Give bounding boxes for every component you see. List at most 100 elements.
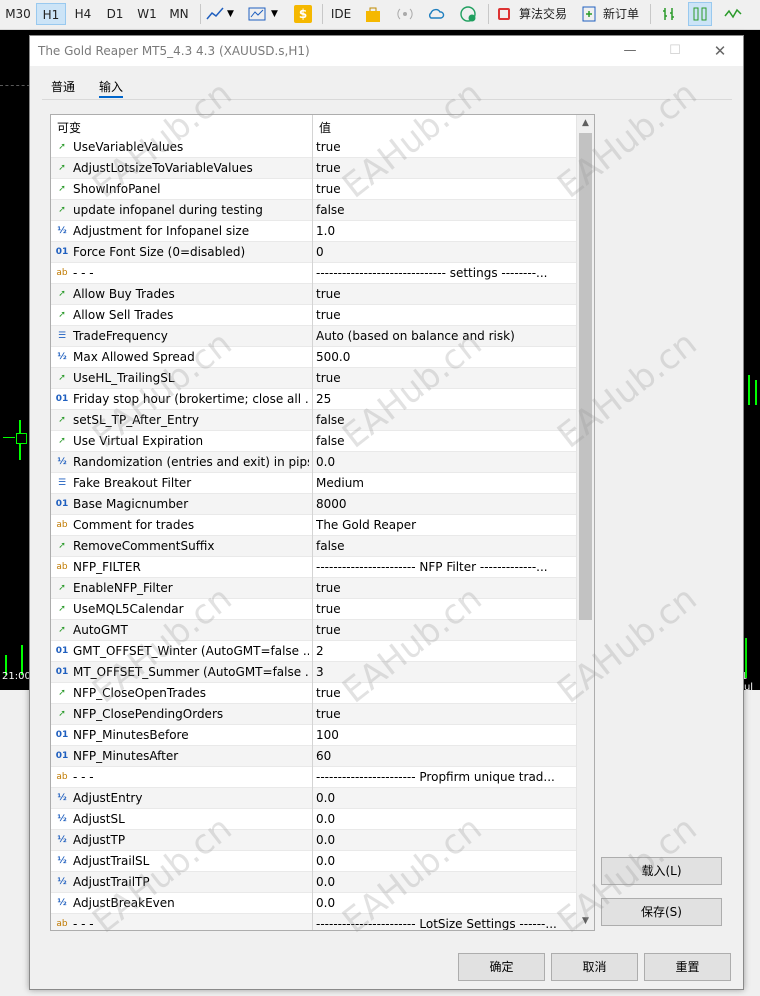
table-row[interactable]: 01 Base Magicnumber 8000 <box>51 494 576 515</box>
row-value[interactable]: true <box>316 704 574 724</box>
reset-button[interactable]: 重置 <box>644 953 731 981</box>
row-value[interactable]: true <box>316 578 574 598</box>
row-value[interactable]: ------------------------------ settings … <box>316 263 574 283</box>
table-row[interactable]: ➚ AutoGMT true <box>51 620 576 641</box>
table-row[interactable]: ➚ RemoveCommentSuffix false <box>51 536 576 557</box>
timeframe-w1[interactable]: W1 <box>132 3 162 25</box>
row-value[interactable]: true <box>316 137 574 157</box>
timeframe-d1[interactable]: D1 <box>100 3 130 25</box>
minimize-icon[interactable]: — <box>615 40 645 62</box>
table-row[interactable]: ab Comment for trades The Gold Reaper <box>51 515 576 536</box>
load-button[interactable]: 载入(L) <box>601 857 722 885</box>
row-value[interactable]: 0.0 <box>316 452 574 472</box>
row-value[interactable]: 0.0 <box>316 809 574 829</box>
table-row[interactable]: ➚ AdjustLotsizeToVariableValues true <box>51 158 576 179</box>
row-value[interactable]: 0 <box>316 242 574 262</box>
table-row[interactable]: ab - - - ------------------------------ se… <box>51 263 576 284</box>
table-row[interactable]: ➚ Allow Sell Trades true <box>51 305 576 326</box>
vertical-scrollbar[interactable]: ▲ ▼ <box>576 115 594 930</box>
row-value[interactable]: ----------------------- Propfirm unique … <box>316 767 574 787</box>
table-row[interactable]: 01 NFP_MinutesBefore 100 <box>51 725 576 746</box>
table-row[interactable]: ➚ ShowInfoPanel true <box>51 179 576 200</box>
timeframe-m30[interactable]: M30 <box>2 3 34 25</box>
table-row[interactable]: ab - - - ----------------------- Propfirm … <box>51 767 576 788</box>
table-row[interactable]: ➚ UseVariableValues true <box>51 137 576 158</box>
table-row[interactable]: ➚ NFP_CloseOpenTrades true <box>51 683 576 704</box>
table-row[interactable]: ➚ Allow Buy Trades true <box>51 284 576 305</box>
row-value[interactable]: Medium <box>316 473 574 493</box>
algo-trading-icon[interactable] <box>498 8 510 20</box>
signal-icon[interactable] <box>396 5 414 23</box>
row-value[interactable]: 0.0 <box>316 851 574 871</box>
row-value[interactable]: false <box>316 536 574 556</box>
row-value[interactable]: false <box>316 410 574 430</box>
cancel-button[interactable]: 取消 <box>551 953 638 981</box>
new-order-icon[interactable] <box>580 5 598 23</box>
timeframe-mn[interactable]: MN <box>164 3 194 25</box>
scroll-up-icon[interactable]: ▲ <box>577 115 594 132</box>
column-header-variable[interactable]: 可变 <box>57 119 81 136</box>
row-value[interactable]: 0.0 <box>316 788 574 808</box>
ok-button[interactable]: 确定 <box>458 953 545 981</box>
table-row[interactable]: 01 Friday stop hour (brokertime; close al… <box>51 389 576 410</box>
table-row[interactable]: ½ AdjustTrailTP 0.0 <box>51 872 576 893</box>
table-row[interactable]: ½ AdjustTrailSL 0.0 <box>51 851 576 872</box>
templates-icon[interactable] <box>248 5 266 23</box>
table-row[interactable]: ☰ TradeFrequency Auto (based on balance an… <box>51 326 576 347</box>
table-row[interactable]: ½ Randomization (entries and exit) in pip… <box>51 452 576 473</box>
table-row[interactable]: 01 NFP_MinutesAfter 60 <box>51 746 576 767</box>
table-row[interactable]: ➚ setSL_TP_After_Entry false <box>51 410 576 431</box>
row-value[interactable]: 0.0 <box>316 872 574 892</box>
row-value[interactable]: 60 <box>316 746 574 766</box>
row-value[interactable]: ----------------------- NFP Filter -----… <box>316 557 574 577</box>
chevron-down-icon[interactable]: ▼ <box>271 5 289 23</box>
save-button[interactable]: 保存(S) <box>601 898 722 926</box>
timeframe-h4[interactable]: H4 <box>68 3 98 25</box>
candlestick-icon[interactable] <box>688 2 712 26</box>
row-value[interactable]: 3 <box>316 662 574 682</box>
table-row[interactable]: 01 Force Font Size (0=disabled) 0 <box>51 242 576 263</box>
indicators-icon[interactable] <box>206 5 224 23</box>
cloud-icon[interactable] <box>427 5 445 23</box>
table-row[interactable]: ab - - - ----------------------- LotSize S… <box>51 914 576 930</box>
table-row[interactable]: 01 MT_OFFSET_Summer (AutoGMT=false ... 3 <box>51 662 576 683</box>
algo-trading-button[interactable]: 算法交易 <box>516 3 570 25</box>
row-value[interactable]: true <box>316 683 574 703</box>
table-row[interactable]: ➚ EnableNFP_Filter true <box>51 578 576 599</box>
row-value[interactable]: 0.0 <box>316 830 574 850</box>
row-value[interactable]: true <box>316 284 574 304</box>
row-value[interactable]: 0.0 <box>316 893 574 913</box>
bar-chart-icon[interactable] <box>660 5 678 23</box>
table-row[interactable]: ab NFP_FILTER ----------------------- NFP … <box>51 557 576 578</box>
scroll-down-icon[interactable]: ▼ <box>577 913 594 930</box>
row-value[interactable]: false <box>316 431 574 451</box>
table-row[interactable]: ☰ Fake Breakout Filter Medium <box>51 473 576 494</box>
row-value[interactable]: The Gold Reaper <box>316 515 574 535</box>
row-value[interactable]: true <box>316 158 574 178</box>
vps-icon[interactable] <box>459 5 477 23</box>
table-row[interactable]: ½ Adjustment for Infopanel size 1.0 <box>51 221 576 242</box>
row-value[interactable]: true <box>316 305 574 325</box>
tab-inputs[interactable]: 输入 <box>99 78 124 98</box>
table-row[interactable]: ➚ NFP_ClosePendingOrders true <box>51 704 576 725</box>
table-row[interactable]: 01 GMT_OFFSET_Winter (AutoGMT=false ... 2 <box>51 641 576 662</box>
shopping-bag-icon[interactable] <box>364 5 382 23</box>
table-row[interactable]: ½ AdjustSL 0.0 <box>51 809 576 830</box>
chevron-down-icon[interactable]: ▼ <box>227 5 245 23</box>
row-value[interactable]: 1.0 <box>316 221 574 241</box>
table-row[interactable]: ➚ update infopanel during testing false <box>51 200 576 221</box>
table-row[interactable]: ½ AdjustEntry 0.0 <box>51 788 576 809</box>
row-value[interactable]: true <box>316 179 574 199</box>
row-value[interactable]: true <box>316 368 574 388</box>
scrollbar-thumb[interactable] <box>579 133 592 620</box>
maximize-icon[interactable]: ☐ <box>660 40 690 62</box>
row-value[interactable]: 25 <box>316 389 574 409</box>
line-chart-icon[interactable] <box>724 5 742 23</box>
tab-common[interactable]: 普通 <box>51 78 75 95</box>
new-order-button[interactable]: 新订单 <box>600 3 642 25</box>
table-row[interactable]: ➚ UseMQL5Calendar true <box>51 599 576 620</box>
market-icon[interactable]: $ <box>294 5 312 23</box>
table-row[interactable]: ➚ UseHL_TrailingSL true <box>51 368 576 389</box>
timeframe-h1[interactable]: H1 <box>36 3 66 25</box>
row-value[interactable]: 8000 <box>316 494 574 514</box>
